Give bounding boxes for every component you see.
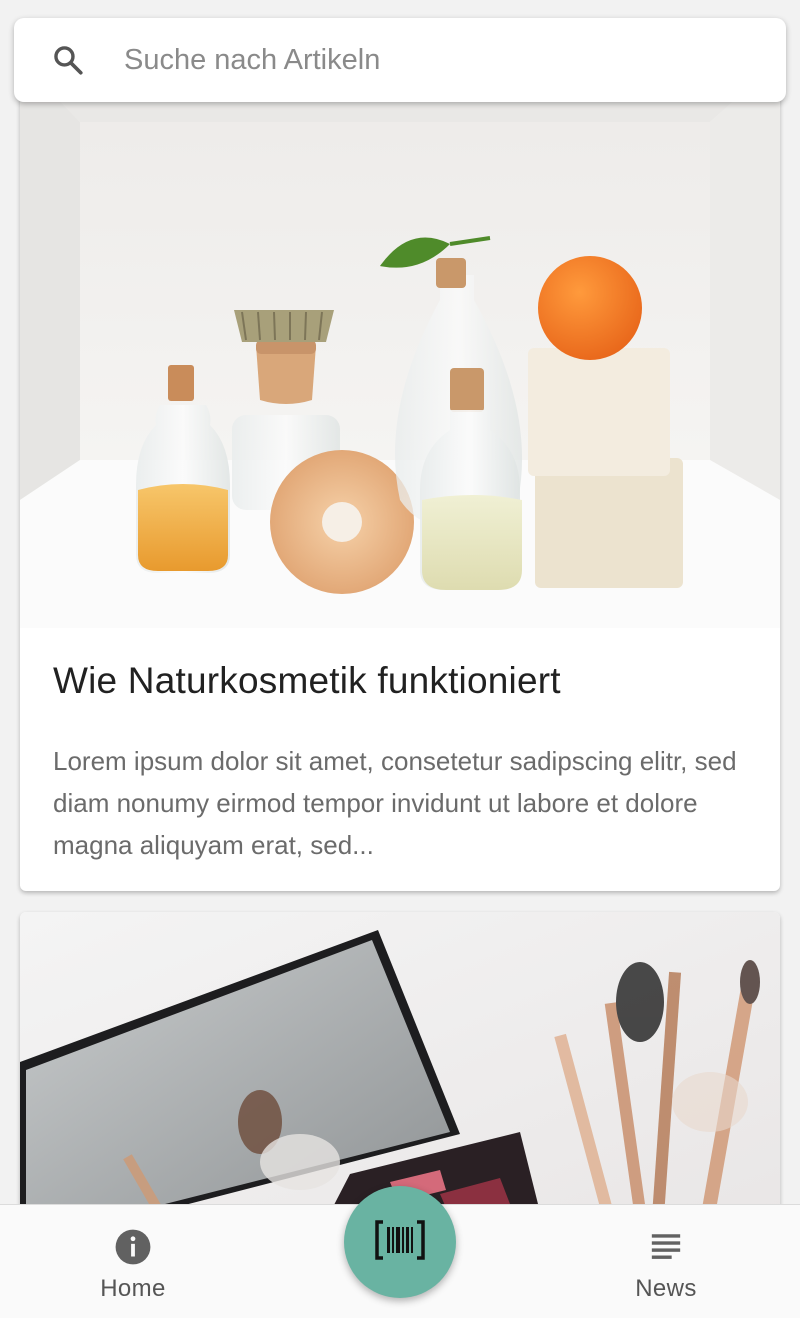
news-icon [646, 1227, 686, 1267]
barcode-icon [375, 1219, 425, 1265]
search-bar[interactable] [14, 18, 786, 102]
article-card[interactable]: Wie Naturkosmetik funktioniert Lorem ips… [20, 60, 780, 891]
article-image-natural-cosmetics [20, 60, 780, 628]
nav-label-news: News [635, 1275, 697, 1302]
search-input[interactable] [124, 43, 724, 77]
article-title: Wie Naturkosmetik funktioniert [53, 660, 561, 701]
scan-barcode-button[interactable] [344, 1186, 456, 1298]
search-icon[interactable] [50, 42, 86, 78]
article-excerpt: Lorem ipsum dolor sit amet, consetetur s… [53, 746, 737, 860]
app-screen: Wie Naturkosmetik funktioniert Lorem ips… [0, 0, 800, 1318]
article-image-makeup-palette [20, 912, 780, 1232]
nav-item-news[interactable]: News [596, 1227, 736, 1303]
nav-label-home: Home [100, 1275, 166, 1302]
nav-item-home[interactable]: Home [63, 1227, 203, 1303]
info-icon [113, 1227, 153, 1267]
